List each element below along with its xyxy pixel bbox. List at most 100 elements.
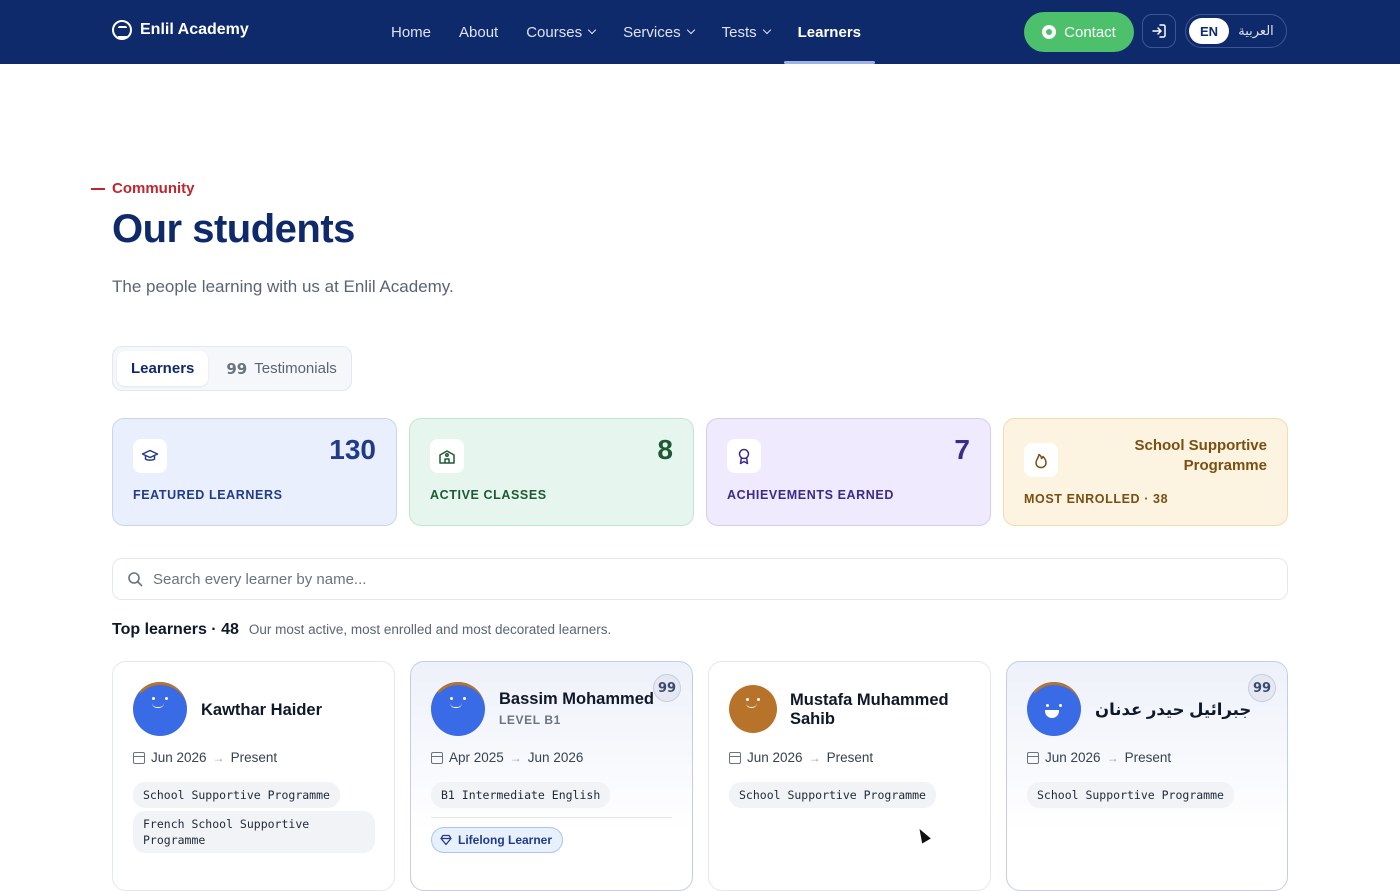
award-label: Lifelong Learner [458, 833, 553, 847]
avatar-eye [152, 697, 155, 700]
stat-label: ACHIEVEMENTS EARNED [727, 488, 894, 502]
start-date: Jun 2026 [1045, 750, 1101, 765]
learner-name: Bassim Mohammed [499, 690, 654, 708]
arrow-right-icon: → [808, 750, 821, 765]
avatar-hair [431, 682, 485, 736]
nav-link-label: Services [623, 23, 681, 41]
stat-label: FEATURED LEARNERS [133, 488, 283, 502]
avatar [431, 682, 485, 736]
nav-link-label: Learners [797, 23, 861, 41]
lang-en-button[interactable]: EN [1189, 18, 1229, 44]
avatar [133, 682, 187, 736]
course-chip: School Supportive Programme [729, 782, 936, 808]
lang-ar-button[interactable]: العربية [1229, 23, 1283, 39]
avatar-eye [1059, 704, 1062, 707]
page-title: Our students [112, 207, 355, 251]
enrollment-dates: Apr 2025 → Jun 2026 [431, 750, 583, 765]
card-divider [431, 817, 672, 818]
learner-card[interactable]: Kawthar Haider Jun 2026 → Present School… [112, 661, 395, 891]
avatar-eye [746, 698, 749, 701]
testimonial-quote-icon[interactable]: 99 [653, 674, 681, 702]
search-input[interactable] [153, 570, 1253, 588]
flame-icon [1024, 443, 1058, 477]
brand-name: Enlil Academy [140, 21, 249, 38]
nav-link-learners[interactable]: Learners [783, 0, 876, 64]
page-subtitle: The people learning with us at Enlil Aca… [112, 277, 454, 296]
nav-link-label: Courses [526, 23, 583, 41]
avatar [729, 685, 777, 733]
login-icon [1152, 24, 1166, 38]
learner-card[interactable]: جبرائيل حيدر عدنان 99 Jun 2026 → Present… [1006, 661, 1288, 891]
nav-links: Home About Courses Services Tests Learne… [391, 0, 876, 64]
diamond-icon [440, 834, 452, 846]
chevron-down-icon [587, 25, 597, 35]
enrollment-dates: Jun 2026 → Present [133, 750, 277, 765]
learner-card[interactable]: Mustafa Muhammed Sahib Jun 2026 → Presen… [708, 661, 991, 891]
learner-name: Kawthar Haider [201, 701, 323, 719]
course-chip: French School Supportive Programme [133, 811, 375, 853]
stat-label: ACTIVE CLASSES [430, 488, 547, 502]
stat-most-enrolled: School Supportive Programme MOST ENROLLE… [1003, 418, 1288, 526]
enrollment-dates: Jun 2026 → Present [729, 750, 873, 765]
calendar-icon [1027, 751, 1039, 764]
start-date: Jun 2026 [151, 750, 207, 765]
arrow-right-icon: → [509, 750, 522, 765]
whatsapp-icon [1042, 25, 1057, 39]
nav-link-courses[interactable]: Courses [512, 0, 609, 64]
chevron-down-icon [686, 25, 695, 35]
stat-value: 7 [954, 434, 970, 465]
top-learners-heading: Top learners · 48 Our most active, most … [112, 621, 611, 639]
eyebrow: Community [91, 180, 195, 197]
stat-featured-learners: 130 FEATURED LEARNERS [112, 418, 397, 526]
eyebrow-label: Community [112, 180, 195, 197]
learner-search [112, 558, 1288, 600]
stat-value: 8 [657, 434, 673, 465]
tab-label: Learners [131, 360, 195, 377]
end-date: Present [826, 750, 874, 765]
nav-link-label: Home [391, 23, 432, 41]
course-chip: School Supportive Programme [1027, 782, 1234, 808]
section-title: Top learners · 48 [112, 621, 239, 638]
stat-active-classes: 8 ACTIVE CLASSES [409, 418, 694, 526]
avatar-mouth [746, 703, 757, 708]
avatar-eye [165, 697, 168, 700]
end-date: Present [1124, 750, 1172, 765]
course-chip: School Supportive Programme [133, 782, 340, 808]
eyebrow-dash [91, 187, 105, 190]
end-date: Present [230, 750, 278, 765]
stat-label: MOST ENROLLED · 38 [1024, 492, 1169, 506]
avatar [1027, 682, 1081, 736]
learner-level: LEVEL B1 [499, 713, 561, 727]
enrollment-dates: Jun 2026 → Present [1027, 750, 1171, 765]
contact-button[interactable]: Contact [1024, 12, 1134, 52]
brand-logo-icon [112, 20, 132, 40]
learner-name: Mustafa Muhammed Sahib [790, 691, 949, 728]
login-button[interactable] [1142, 14, 1176, 48]
arrow-right-icon: → [1106, 750, 1119, 765]
award-badge: Lifelong Learner [431, 827, 564, 853]
avatar-eye [450, 697, 453, 700]
avatar-eye [757, 698, 760, 701]
tab-testimonials[interactable]: 99 Testimonials [212, 351, 350, 386]
calendar-icon [431, 751, 443, 764]
arrow-right-icon: → [212, 750, 225, 765]
nav-link-label: About [459, 23, 499, 41]
tab-label: Testimonials [254, 360, 337, 377]
avatar-eye [463, 697, 466, 700]
testimonial-quote-icon[interactable]: 99 [1248, 674, 1276, 702]
learner-name: جبرائيل حيدر عدنان [1095, 701, 1252, 719]
search-icon [128, 572, 143, 587]
nav-link-services[interactable]: Services [609, 0, 708, 64]
quote-icon: 99 [226, 359, 248, 378]
tab-learners[interactable]: Learners [117, 351, 209, 386]
section-subtitle: Our most active, most enrolled and most … [248, 622, 612, 637]
stat-achievements: 7 ACHIEVEMENTS EARNED [706, 418, 991, 526]
brand[interactable]: Enlil Academy [112, 20, 249, 40]
learner-card[interactable]: Bassim Mohammed LEVEL B1 99 Apr 2025 → J… [410, 661, 693, 891]
contact-label: Contact [1064, 23, 1116, 41]
nav-link-about[interactable]: About [445, 0, 512, 64]
chevron-down-icon [762, 25, 771, 35]
nav-link-tests[interactable]: Tests [708, 0, 784, 64]
nav-link-home[interactable]: Home [391, 0, 445, 64]
course-chip: B1 Intermediate English [431, 782, 611, 808]
